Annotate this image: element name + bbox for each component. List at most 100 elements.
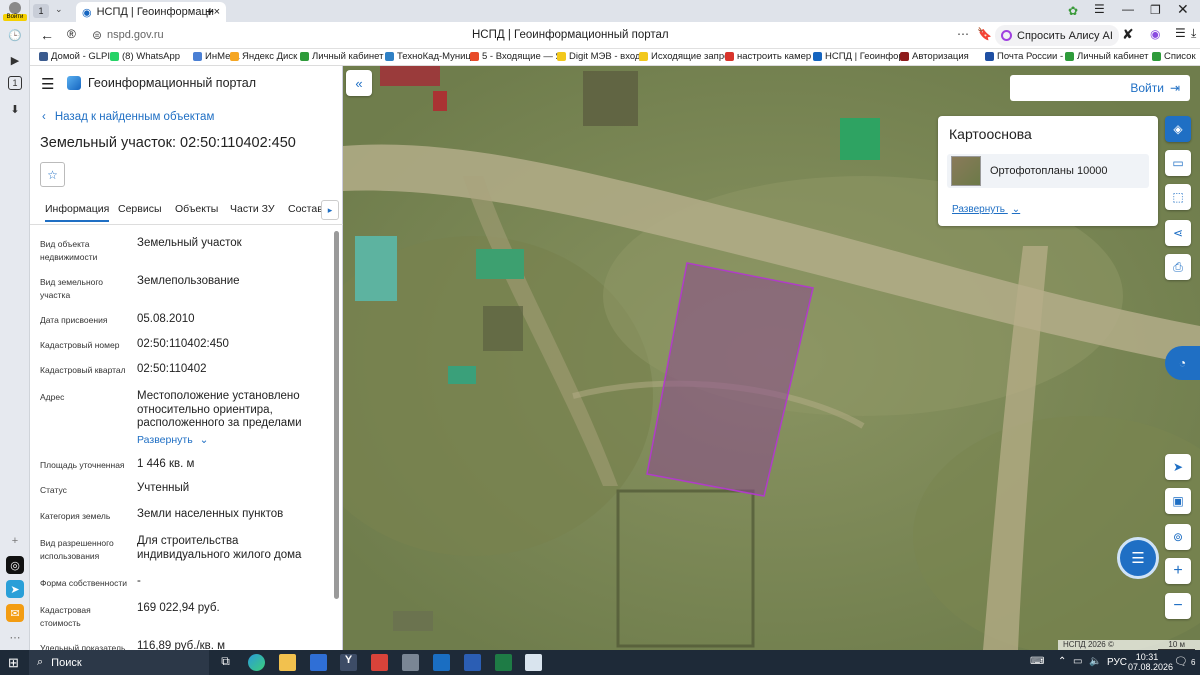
tab-composition[interactable]: Состав <box>288 203 323 215</box>
url-field[interactable]: nspd.gov.ru <box>107 29 164 41</box>
bookmark-item[interactable]: (8) WhatsApp <box>110 51 180 62</box>
share-icon: ⋖ <box>1172 226 1184 240</box>
back-link[interactable]: ‹ Назад к найденным объектам <box>42 111 214 123</box>
play-icon[interactable]: ▶ <box>6 51 24 69</box>
collapse-panel-button[interactable]: « <box>346 70 372 96</box>
print-button[interactable]: ⎙ <box>1165 254 1191 280</box>
outlook-icon[interactable] <box>433 654 450 671</box>
bookmark-item[interactable]: Digit МЭВ - вход <box>557 51 640 62</box>
tab-objects[interactable]: Объекты <box>175 203 218 215</box>
browser-menu-icon[interactable]: ☰ <box>1175 26 1186 40</box>
app-ls-icon[interactable] <box>310 654 327 671</box>
clock[interactable]: 10:31 07.08.2026 <box>1128 652 1173 672</box>
calculator-icon[interactable] <box>402 654 419 671</box>
add-panel-icon[interactable]: + <box>6 532 24 550</box>
download-icon[interactable]: ⤓ <box>1191 26 1196 41</box>
label-status: Статус <box>40 485 67 495</box>
bookmark-item[interactable]: настроить камер <box>725 51 811 62</box>
calendar-app-icon[interactable] <box>371 654 388 671</box>
bookmark-item[interactable]: Почта России - М <box>985 51 1074 62</box>
address-expand-link[interactable]: Развернуть ⌄ <box>137 434 208 446</box>
explorer-icon[interactable] <box>279 654 296 671</box>
bookmark-item[interactable]: 5 - Входящие — Я <box>470 51 562 62</box>
telegram-icon[interactable]: ➤ <box>6 580 24 598</box>
yandex-browser-icon[interactable]: Y <box>340 654 357 671</box>
extension-icon[interactable]: ✿ <box>1068 4 1078 18</box>
start-button[interactable]: ⊞ <box>8 655 19 671</box>
tabs-scroll-right-button[interactable]: ▸ <box>321 200 339 220</box>
bookmark-item[interactable]: Авторизация <box>900 51 969 62</box>
tab-services[interactable]: Сервисы <box>118 203 162 215</box>
bookmark-item[interactable]: ТехноКад-Муниц <box>385 51 471 62</box>
more-dots-icon[interactable]: ⋯ <box>957 27 969 41</box>
tab-info[interactable]: Информация <box>45 203 110 222</box>
profile-login-button[interactable]: Войти <box>3 2 27 22</box>
bookmark-item[interactable]: Яндекс Диск <box>230 51 297 62</box>
back-arrow-icon[interactable]: ← <box>40 27 54 43</box>
maximize-icon[interactable]: ❐ <box>1150 3 1161 17</box>
zoom-out-button[interactable]: − <box>1165 593 1191 619</box>
measure-button[interactable]: ▭ <box>1165 150 1191 176</box>
close-window-icon[interactable]: ✕ <box>1177 1 1189 18</box>
task-view-icon[interactable]: ⧉ <box>217 654 234 671</box>
word-icon[interactable] <box>464 654 481 671</box>
alice-button[interactable]: Спросить Алису AI <box>995 25 1119 46</box>
bookmark-item[interactable]: НСПД | Геоинфор <box>813 51 904 62</box>
bookmark-item[interactable]: Исходящие запро <box>639 51 729 62</box>
taskbar-search[interactable]: ⌕ Поиск <box>29 650 209 675</box>
more-icon[interactable]: ⋯ <box>6 628 24 646</box>
assistant-icon[interactable]: ◉ <box>1150 27 1160 41</box>
extensions-icon[interactable]: ✘ <box>1122 26 1134 43</box>
favorite-button[interactable]: ☆ <box>40 162 65 187</box>
minus-icon: − <box>1173 597 1183 614</box>
bookmark-item[interactable]: Список <box>1152 51 1196 62</box>
volume-icon[interactable]: 🔈 <box>1089 656 1101 667</box>
chevron-down-icon[interactable]: ⌄ <box>55 4 63 15</box>
chatgpt-icon[interactable]: ◎ <box>6 556 24 574</box>
keyboard-icon[interactable]: ⌨ <box>1030 656 1044 667</box>
panel-scrollbar[interactable] <box>334 231 339 599</box>
chat-support-button[interactable]: ☰ <box>1117 537 1159 579</box>
tabs-menu-icon[interactable]: ☰ <box>1094 2 1105 16</box>
bookmark-item[interactable]: Личный кабинет <box>1065 51 1148 62</box>
history-icon[interactable]: 🕒 <box>6 26 24 44</box>
new-tab-icon[interactable]: + <box>202 3 218 19</box>
tab-title: НСПД | Геоинформаци <box>96 6 214 18</box>
layers-button[interactable]: ◈ <box>1165 116 1191 142</box>
bookmark-label: Авторизация <box>912 51 969 62</box>
page-title: НСПД | Геоинформационный портал <box>472 29 669 41</box>
tray-chevron-icon[interactable]: ⌃ <box>1058 656 1066 667</box>
downloads-icon[interactable]: ⬇ <box>6 100 24 118</box>
login-button[interactable]: Войти ⇥ <box>1010 75 1190 101</box>
bookmark-label: (8) WhatsApp <box>122 51 181 62</box>
network-icon[interactable]: ▭ <box>1073 656 1082 667</box>
bookmark-item[interactable]: Личный кабинет <box>300 51 383 62</box>
app-icon[interactable] <box>525 654 542 671</box>
language-indicator[interactable]: РУС <box>1107 657 1127 668</box>
minimap-button[interactable]: ▣ <box>1165 488 1191 514</box>
locate-button[interactable]: ➤ <box>1165 454 1191 480</box>
assistant-widget-button[interactable]: ◔ <box>1165 346 1200 380</box>
bookmark-item[interactable]: Домой - GLPI <box>39 51 110 62</box>
basemap-expand-link[interactable]: Развернуть ⌄ <box>952 204 1020 215</box>
tab-count-button[interactable]: 1 <box>33 4 49 18</box>
windows-taskbar: ⊞ ⌕ Поиск ⧉ Y ⌨ ⌃ ▭ 🔈 РУС 10:31 07.08.20… <box>0 650 1200 675</box>
mail-icon[interactable]: ✉ <box>6 604 24 622</box>
share-button[interactable]: ⋖ <box>1165 220 1191 246</box>
zoom-in-button[interactable]: + <box>1165 558 1191 584</box>
bookmark-favicon-icon <box>639 52 648 61</box>
minimize-icon[interactable]: — <box>1122 2 1134 16</box>
map-view[interactable]: « Войти ⇥ Картооснова Ортофотопланы 1000… <box>343 66 1200 650</box>
notifications-button[interactable]: 🗨 6 <box>1174 655 1195 668</box>
tab-parts[interactable]: Части ЗУ <box>230 203 275 215</box>
excel-icon[interactable] <box>495 654 512 671</box>
bookmark-icon[interactable]: 🔖 <box>977 27 992 41</box>
hamburger-menu-icon[interactable]: ☰ <box>41 75 54 93</box>
tab-counter-icon[interactable]: 1 <box>8 76 22 90</box>
yandex-icon[interactable]: ® <box>67 27 76 41</box>
geolocation-button[interactable]: ⊚ <box>1165 524 1191 550</box>
edge-icon[interactable] <box>248 654 265 671</box>
basemap-option[interactable]: Ортофотопланы 10000 <box>947 154 1149 188</box>
select-area-button[interactable]: ⬚ <box>1165 184 1191 210</box>
navigation-icon: ➤ <box>1172 460 1184 474</box>
